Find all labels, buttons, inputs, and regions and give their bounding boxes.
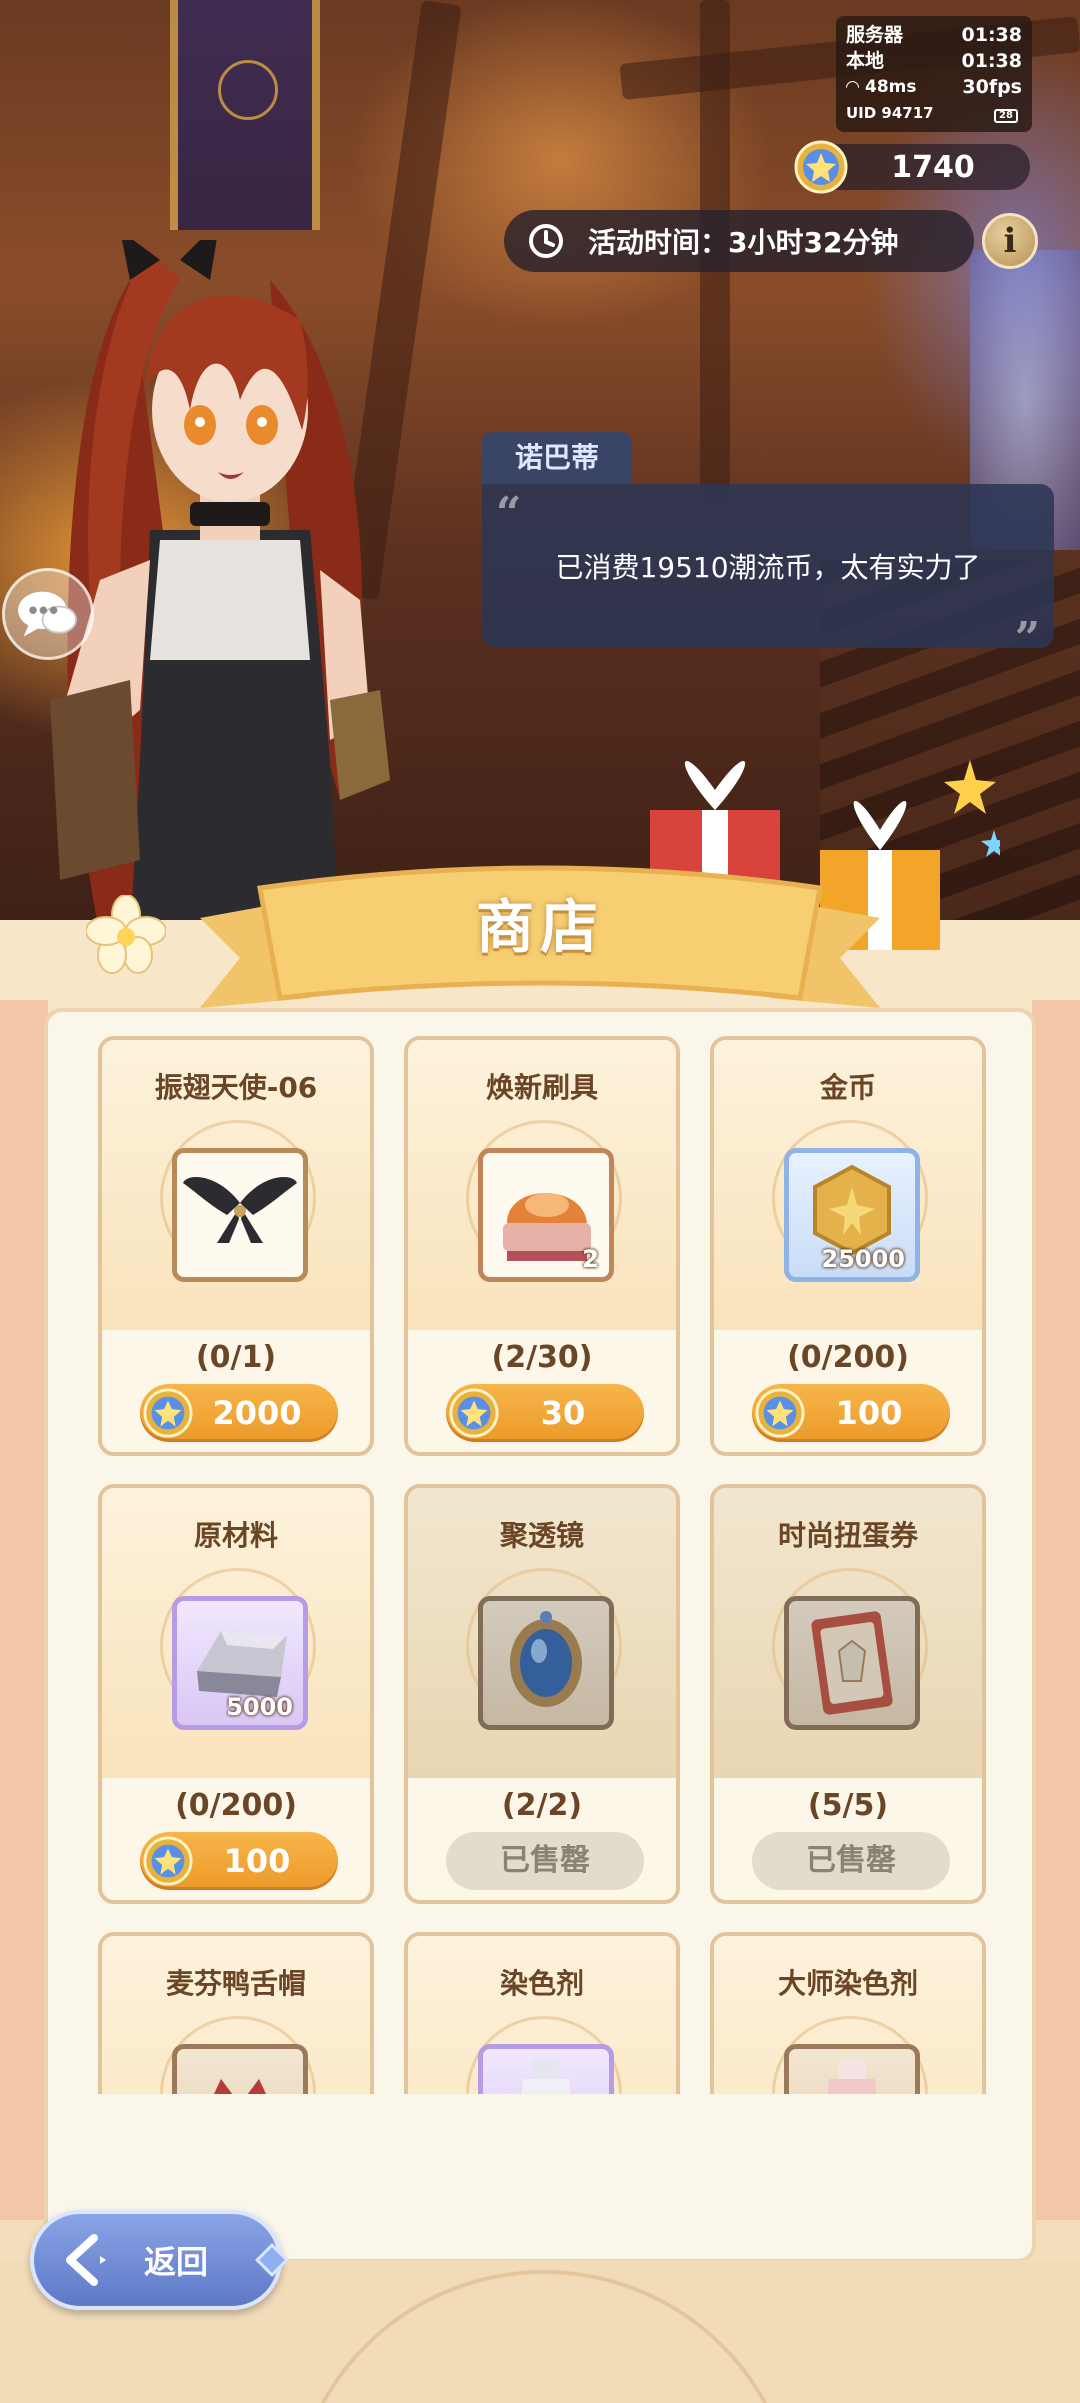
wings-icon [183, 1177, 297, 1243]
shop-item-card[interactable]: 振翅天使-06 (0/1) 2000 [98, 1036, 374, 1456]
star-coin-icon [143, 1836, 193, 1886]
buy-button[interactable]: 2000 [140, 1384, 338, 1442]
mirror-icon [510, 1611, 582, 1707]
info-button[interactable]: i [982, 213, 1038, 269]
item-icon-frame: 5000 [172, 1596, 308, 1730]
decor-strip-left [0, 1000, 48, 2220]
character-portrait [50, 240, 390, 940]
shop-item-card[interactable]: 大师染色剂 [710, 1932, 986, 2094]
shop-item-card[interactable]: 金币 25000 (0/200) 100 [710, 1036, 986, 1456]
decor-strip-right [1032, 1000, 1080, 2220]
dialog-bubble: “ 已消费19510潮流币，太有实力了 ” [482, 484, 1054, 664]
sold-out-label: 已售罄 [446, 1832, 644, 1890]
item-name: 焕新刷具 [485, 1071, 598, 1104]
shop-item-card-sold-out: 聚透镜 (2/2) 已售罄 [404, 1484, 680, 1904]
purchase-limit: (5/5) [807, 1788, 889, 1823]
star-coin-icon [449, 1388, 499, 1438]
item-icon-frame [478, 1596, 614, 1730]
event-timer-text: 活动时间：3小时32分钟 [588, 226, 899, 259]
event-timer: 活动时间：3小时32分钟 [504, 210, 974, 272]
wifi-icon: ◠ [846, 77, 860, 97]
shop-item-card[interactable]: 染色剂 [404, 1932, 680, 2094]
item-icon-frame [172, 1148, 308, 1282]
ping-value: 48ms [865, 77, 917, 97]
currency-balance: 1740 [794, 140, 1030, 194]
clock-icon [529, 224, 563, 258]
local-time-label: 本地 [846, 50, 885, 72]
local-time: 01:38 [961, 50, 1022, 72]
back-arrow-icon [66, 2234, 106, 2286]
item-name: 时尚扭蛋券 [777, 1519, 918, 1552]
star-coin-icon [794, 140, 848, 194]
buy-button[interactable]: 100 [140, 1832, 338, 1890]
cap-icon [214, 2079, 266, 2094]
system-status-hud: 服务器 01:38 本地 01:38 ◠ 48ms 30fps UID 94717 28 [836, 16, 1032, 132]
star-coin-icon [755, 1388, 805, 1438]
price-value: 100 [835, 1394, 903, 1432]
item-name: 聚透镜 [499, 1519, 584, 1552]
server-time: 01:38 [961, 24, 1022, 46]
back-button[interactable]: 返回 [30, 2210, 289, 2310]
shop-item-card-sold-out: 时尚扭蛋券 (5/5) 已售罄 [710, 1484, 986, 1904]
buy-button[interactable]: 30 [446, 1384, 644, 1442]
currency-amount: 1740 [891, 149, 975, 185]
price-value: 2000 [212, 1394, 302, 1432]
buy-button[interactable]: 100 [752, 1384, 950, 1442]
dye-bottle-icon [521, 2059, 571, 2094]
shop-item-card[interactable]: 麦芬鸭舌帽 [98, 1932, 374, 2094]
item-icon-frame [784, 2044, 920, 2094]
item-name: 原材料 [193, 1519, 278, 1552]
item-quantity: 25000 [821, 1245, 906, 1273]
server-time-label: 服务器 [846, 24, 904, 46]
open-quote-icon: “ [496, 488, 522, 539]
item-name: 染色剂 [499, 1967, 584, 2000]
item-icon-frame [784, 1596, 920, 1730]
master-dye-icon [827, 2059, 877, 2094]
item-quantity: 5000 [226, 1693, 293, 1721]
purchase-limit: (0/200) [175, 1788, 297, 1823]
uid-value: UID 94717 [846, 104, 934, 122]
purchase-limit: (0/200) [787, 1340, 909, 1375]
item-icon-frame: 25000 [784, 1148, 920, 1282]
item-icon-frame [478, 2044, 614, 2094]
item-name: 金币 [819, 1071, 876, 1104]
star-coin-icon [143, 1388, 193, 1438]
item-quantity: 2 [582, 1245, 599, 1273]
purchase-limit: (2/2) [501, 1788, 583, 1823]
hanging-banner [170, 0, 320, 230]
purchase-limit: (2/30) [491, 1340, 593, 1375]
info-icon: i [1003, 221, 1017, 261]
close-quote-icon: ” [1014, 613, 1040, 664]
item-icon-frame: 2 [478, 1148, 614, 1282]
chat-button[interactable] [2, 568, 94, 660]
price-value: 100 [223, 1842, 291, 1880]
back-button-label: 返回 [144, 2243, 209, 2281]
item-name: 麦芬鸭舌帽 [165, 1967, 306, 2000]
dialog-speaker-name: 诺巴蒂 [482, 432, 632, 484]
shop-item-card[interactable]: 焕新刷具 2 (2/30) 30 [404, 1036, 680, 1456]
item-name: 大师染色剂 [777, 1967, 918, 2000]
shop-item-card[interactable]: 原材料 5000 (0/200) 100 [98, 1484, 374, 1904]
battery-icon: 28 [994, 109, 1018, 123]
item-name: 振翅天使-06 [154, 1071, 318, 1104]
fps-value: 30fps [962, 76, 1022, 98]
purchase-limit: (0/1) [195, 1340, 277, 1375]
shop-item-grid: 振翅天使-06 (0/1) 2000 焕新刷具 2 (2/30) 30 金币 2… [90, 1036, 990, 2094]
dialog-text: 已消费19510潮流币，太有实力了 [555, 551, 981, 584]
price-value: 30 [540, 1394, 586, 1432]
chat-icon [18, 591, 77, 637]
flower-decoration [86, 895, 166, 974]
gacha-ticket-icon [811, 1611, 893, 1715]
item-icon-frame [172, 2044, 308, 2094]
sold-out-label: 已售罄 [752, 1832, 950, 1890]
